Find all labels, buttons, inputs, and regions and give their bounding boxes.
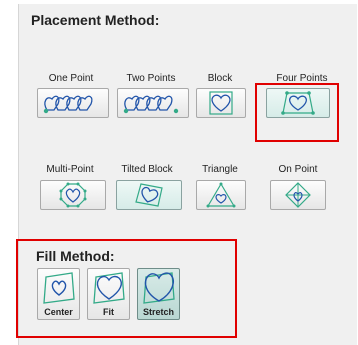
option-label-two-points: Two Points: [126, 73, 176, 84]
option-label-block: Block: [207, 73, 233, 84]
on-point-icon: [285, 182, 311, 208]
block-icon: [209, 91, 233, 115]
one-point-button[interactable]: [37, 88, 109, 118]
tilted-block-button[interactable]: [116, 180, 182, 210]
triangle-icon: [206, 182, 236, 208]
option-label-on-point: On Point: [278, 164, 318, 175]
option-label-one-point: One Point: [48, 73, 94, 84]
two-points-button[interactable]: [117, 88, 189, 118]
multi-point-icon: [59, 182, 87, 208]
option-label-multi-point: Multi-Point: [46, 164, 94, 175]
option-label-triangle: Triangle: [202, 164, 238, 175]
block-button[interactable]: [196, 88, 246, 118]
fill-method-highlight-box: [16, 239, 237, 338]
one-point-icon: [43, 95, 93, 114]
option-label-tilted-block: Tilted Block: [121, 164, 173, 175]
two-points-icon: [123, 95, 179, 114]
on-point-button[interactable]: [270, 180, 326, 210]
tilted-block-icon: [135, 183, 163, 207]
placement-method-title: Placement Method:: [31, 12, 160, 28]
triangle-button[interactable]: [196, 180, 246, 210]
four-points-highlight-box: [255, 83, 339, 142]
multi-point-button[interactable]: [40, 180, 106, 210]
